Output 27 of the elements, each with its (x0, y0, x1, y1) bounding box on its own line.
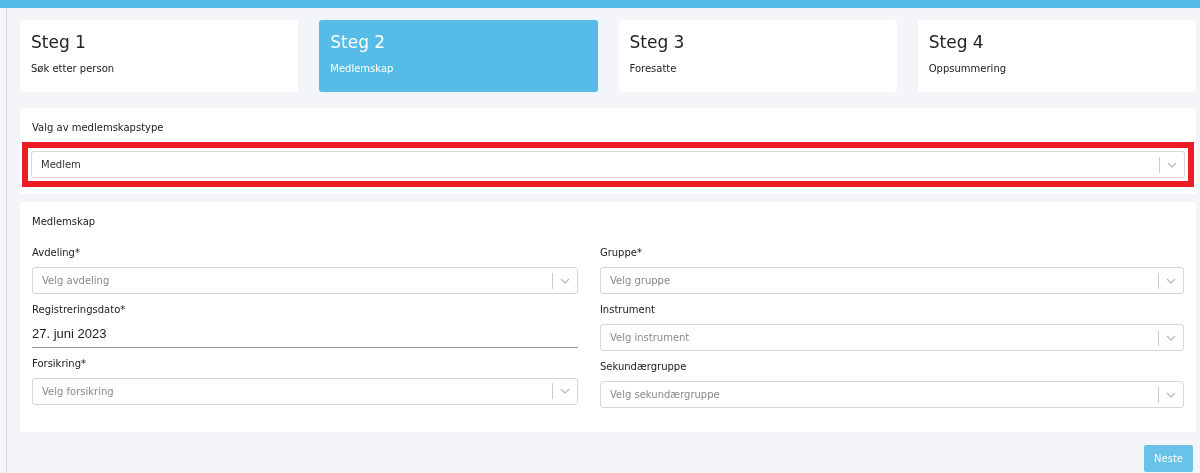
step-card[interactable]: Steg 3 Foresatte (618, 20, 897, 92)
select-field[interactable]: Medlem (31, 151, 1185, 178)
field-label: Sekundærgruppe (599, 360, 688, 374)
field-label: Forsikring* (32, 356, 87, 371)
step-card[interactable]: Steg 2 Medlemskap (319, 20, 598, 92)
select-field[interactable]: Velg gruppe (599, 267, 1184, 294)
step-card[interactable]: Steg 4 Oppsummering (917, 20, 1196, 92)
step-title: Steg 4 (928, 32, 985, 52)
field-label: Registreringsdato* (32, 303, 127, 317)
select-field[interactable]: Velg avdeling (32, 267, 578, 294)
step-title: Steg 3 (629, 32, 686, 52)
select-field[interactable]: Velg sekundærgruppe (599, 381, 1184, 408)
field-label: Gruppe* (599, 246, 643, 260)
date-field[interactable]: 27. juni 2023 (32, 324, 578, 348)
select-field[interactable]: Velg instrument (599, 324, 1184, 351)
step-card[interactable]: Steg 1 Søk etter person (20, 20, 299, 92)
step-subtitle: Medlemskap (330, 62, 395, 76)
step-subtitle: Oppsummering (928, 62, 1008, 76)
field-label: Avdeling* (32, 246, 81, 260)
step-subtitle: Søk etter person (31, 62, 116, 76)
field-label: Valg av medlemskapstype (32, 121, 165, 135)
step-title: Steg 2 (330, 32, 387, 52)
select-field[interactable]: Velg forsikring (32, 377, 578, 405)
section-title: Medlemskap (32, 215, 97, 229)
field-label: Instrument (599, 303, 656, 317)
step-subtitle: Foresatte (629, 62, 678, 76)
step-title: Steg 1 (31, 32, 87, 52)
